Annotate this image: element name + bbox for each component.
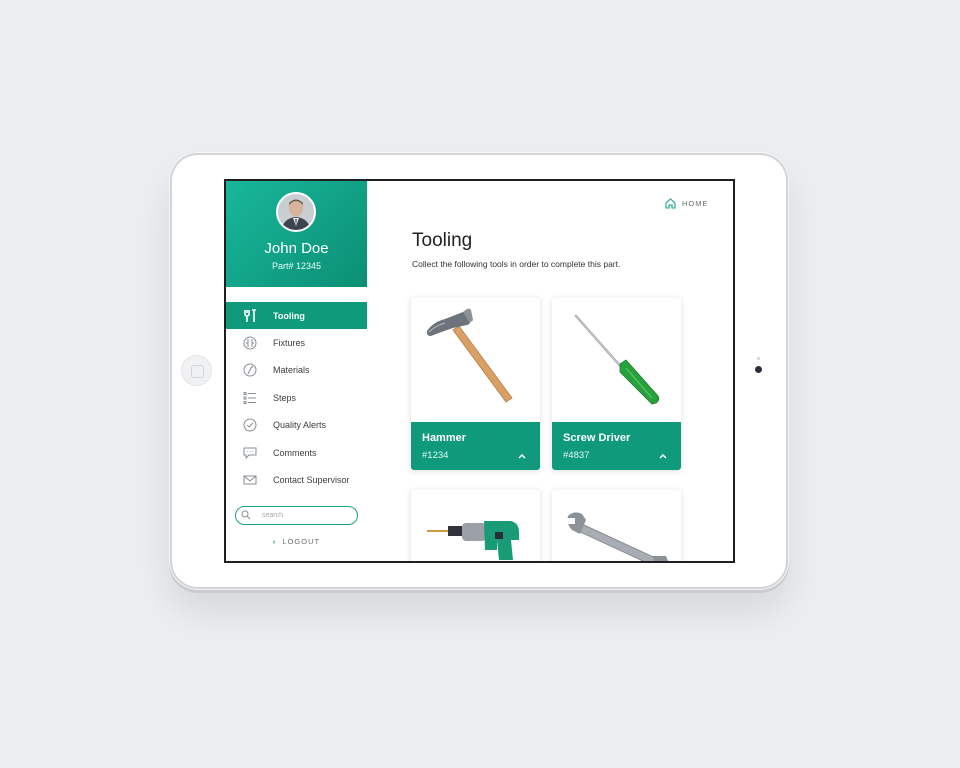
user-name: John Doe: [264, 240, 329, 257]
mail-icon: [242, 472, 258, 488]
sidebar-item-label: Quality Alerts: [273, 420, 327, 431]
tool-card-footer: Screw Driver #4837: [552, 422, 681, 470]
tool-name: Hammer: [422, 432, 467, 444]
avatar[interactable]: [276, 192, 316, 232]
wrench-image: [552, 490, 681, 561]
search-box: [235, 506, 358, 525]
comment-icon: [242, 445, 258, 461]
tool-card-hammer[interactable]: Hammer #1234: [411, 298, 540, 470]
app-screen: John Doe Part# 12345 Tooling Fixtures Ma…: [224, 179, 735, 563]
chevron-left-icon: ‹: [272, 537, 277, 546]
drill-image: [411, 490, 540, 561]
tablet-camera: [755, 366, 762, 373]
sidebar-item-materials[interactable]: Materials: [226, 357, 367, 384]
sidebar-item-tooling[interactable]: Tooling: [226, 302, 367, 330]
tool-id: #1234: [422, 450, 449, 461]
search-input[interactable]: [262, 509, 350, 522]
steps-list-icon: [242, 390, 258, 406]
sidebar-item-fixtures[interactable]: Fixtures: [226, 329, 367, 356]
tools-icon: [242, 308, 258, 324]
page-description: Collect the following tools in order to …: [412, 259, 621, 269]
tool-card-footer: Hammer #1234: [411, 422, 540, 470]
page-title: Tooling: [412, 230, 473, 251]
sidebar-nav: Tooling Fixtures Materials Steps Quality…: [226, 302, 367, 494]
tool-card-drill[interactable]: [411, 490, 540, 561]
home-link[interactable]: HOME: [665, 198, 709, 209]
sidebar-item-contact-supervisor[interactable]: Contact Supervisor: [226, 466, 367, 493]
main-content: HOME Tooling Collect the following tools…: [367, 181, 733, 561]
tool-card-wrench[interactable]: [552, 490, 681, 561]
tool-name: Screw Driver: [563, 432, 631, 444]
chevron-up-icon[interactable]: [659, 453, 667, 459]
home-label: HOME: [682, 199, 709, 208]
sidebar-item-quality-alerts[interactable]: Quality Alerts: [226, 412, 367, 439]
logout-label: LOGOUT: [282, 537, 321, 546]
screwdriver-image: [552, 298, 681, 422]
sidebar-item-steps[interactable]: Steps: [226, 384, 367, 411]
search-icon: [241, 510, 251, 520]
sidebar-item-label: Tooling: [273, 310, 305, 321]
sidebar-item-label: Contact Supervisor: [273, 475, 350, 486]
profile-header: John Doe Part# 12345: [226, 181, 367, 287]
logout-button[interactable]: ‹ LOGOUT: [226, 537, 367, 546]
part-number: Part# 12345: [271, 261, 322, 271]
sidebar-item-comments[interactable]: Comments: [226, 439, 367, 466]
sidebar-item-label: Comments: [273, 447, 317, 458]
tablet-sensor: [757, 357, 760, 360]
sidebar-item-label: Fixtures: [273, 338, 306, 349]
sidebar: John Doe Part# 12345 Tooling Fixtures Ma…: [226, 181, 368, 561]
tool-card-screw-driver[interactable]: Screw Driver #4837: [552, 298, 681, 470]
chevron-up-icon[interactable]: [518, 453, 526, 459]
tablet-home-button[interactable]: [181, 355, 212, 386]
hammer-image: [411, 298, 540, 422]
sidebar-item-label: Steps: [273, 392, 297, 403]
sidebar-item-label: Materials: [273, 365, 310, 376]
tool-id: #4837: [563, 450, 590, 461]
checkmark-circle-icon: [242, 417, 258, 433]
home-icon: [665, 198, 676, 209]
fixtures-icon: [242, 335, 258, 351]
materials-icon: [242, 362, 258, 378]
